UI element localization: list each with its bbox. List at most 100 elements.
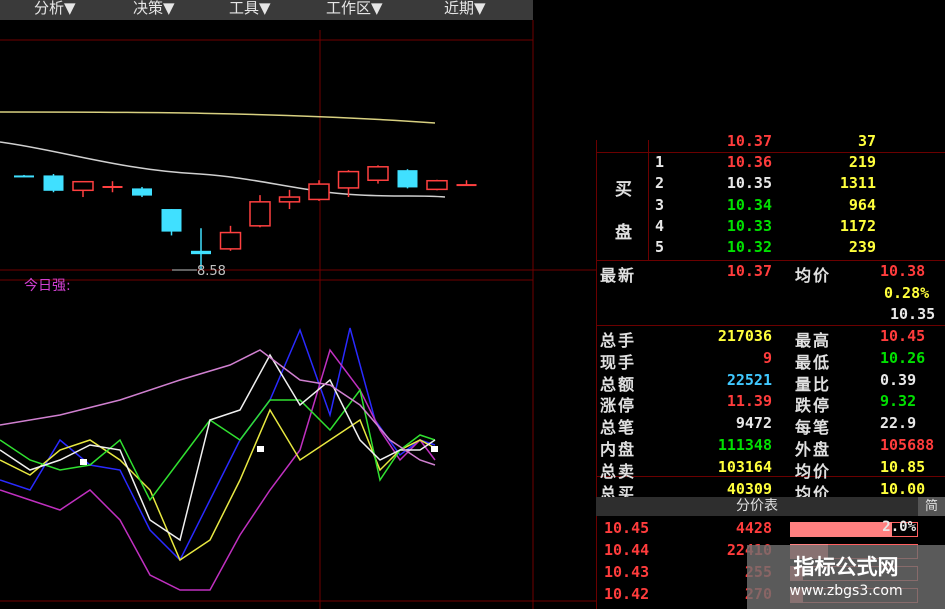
watermark-url: www.zbgs3.com <box>789 583 903 599</box>
stat-label: 每笔 <box>795 418 832 438</box>
bid-level-num: 2 <box>655 174 665 192</box>
volume-percent: 2.0% <box>882 519 916 535</box>
divider <box>596 325 945 326</box>
indicator-marker <box>431 446 438 452</box>
price-level: 10.42 <box>604 585 650 603</box>
stat-label: 总额 <box>600 374 637 394</box>
stat-value: 10.45 <box>880 327 926 345</box>
stat-value: 9.32 <box>880 392 917 411</box>
stat-value: 10.85 <box>880 457 926 476</box>
ask-price-cut: 10.37 <box>726 132 772 150</box>
ask-vol-cut: 37 <box>857 132 876 150</box>
menu-decision[interactable]: 决策▼ <box>133 0 175 18</box>
candle-body <box>14 175 34 178</box>
stat-label: 涨停 <box>600 396 637 416</box>
stat-value: 9472 <box>735 414 772 433</box>
avg-label: 均价 <box>795 266 832 285</box>
stat-value: 11.39 <box>726 392 772 411</box>
stat-label: 最高 <box>795 331 832 350</box>
candle-body <box>367 166 389 181</box>
candle-body <box>278 196 301 203</box>
divider <box>596 476 945 477</box>
stat-label: 跌停 <box>795 396 832 416</box>
candle-body <box>219 231 242 250</box>
avg-price: 10.38 <box>880 262 926 280</box>
menu-analysis[interactable]: 分析▼ <box>34 0 76 18</box>
indicator-lines <box>0 327 436 591</box>
bid-price: 10.36 <box>726 153 772 171</box>
bid-price: 10.34 <box>726 196 772 214</box>
stat-label: 总卖 <box>600 461 637 481</box>
candle-body <box>72 180 94 192</box>
bid-volume: 1172 <box>839 217 876 235</box>
stat-label: 总笔 <box>600 418 637 438</box>
stat-value: 22.9 <box>880 414 917 433</box>
bid-price: 10.32 <box>726 238 772 256</box>
bid-level-num: 1 <box>655 153 665 171</box>
stat-value: 22521 <box>726 370 772 389</box>
indicator-marker <box>257 446 264 452</box>
buy-label: 买 <box>615 180 634 200</box>
top-menu-bar: 分析▼ 决策▼ 工具▼ 工作区▼ 近期▼ <box>0 0 533 20</box>
stat-label: 量比 <box>795 374 832 394</box>
indicator-title: 今日强: <box>24 278 71 294</box>
stat-label: 最低 <box>795 352 832 372</box>
stat-value: 9 <box>762 348 772 367</box>
menu-tools[interactable]: 工具▼ <box>229 0 271 18</box>
indicator-line-magenta <box>0 348 436 591</box>
menu-recent[interactable]: 近期▼ <box>444 0 486 18</box>
price-level: 10.45 <box>604 519 650 537</box>
divider <box>596 260 945 261</box>
indicator-marker <box>80 459 87 465</box>
stat-label: 外盘 <box>795 440 832 459</box>
buy-label: 盘 <box>615 223 634 243</box>
stat-value: 10.26 <box>880 348 926 367</box>
bid-level-num: 4 <box>655 217 665 235</box>
stat-value: 103164 <box>717 457 772 476</box>
bid-volume: 239 <box>848 238 876 256</box>
stat-value: 40309 <box>726 479 772 498</box>
candle-body <box>426 179 448 191</box>
latest-label: 最新 <box>600 266 637 285</box>
stat-value: 10.00 <box>880 479 926 498</box>
watermark: 指标公式网 www.zbgs3.com <box>747 545 945 609</box>
chart-grid <box>0 20 596 609</box>
stat-value: 217036 <box>717 327 772 345</box>
candle-body <box>337 170 360 189</box>
price-volume: 4428 <box>735 519 772 537</box>
latest-price: 10.37 <box>726 262 772 280</box>
stat-label: 总手 <box>600 331 637 350</box>
stat-value: 0.39 <box>880 370 917 389</box>
candlesticks <box>14 165 477 270</box>
candle-body <box>161 209 182 232</box>
menu-workspace[interactable]: 工作区▼ <box>326 0 383 18</box>
bid-price: 10.35 <box>726 174 772 192</box>
stat-value: 105688 <box>880 436 935 454</box>
candle-body <box>397 170 418 188</box>
candle-body <box>249 201 271 227</box>
bid-volume: 1311 <box>839 174 876 192</box>
candle-body <box>191 250 211 255</box>
stat-label: 均价 <box>795 461 832 481</box>
price-level: 10.43 <box>604 563 650 581</box>
stat-label: 现手 <box>600 352 637 372</box>
candle-body <box>102 186 123 188</box>
candle-body <box>132 188 152 196</box>
candle-body <box>308 183 330 201</box>
low-price-label: 8.58 <box>197 264 226 279</box>
divider <box>648 140 649 260</box>
prev-close: 10.35 <box>890 305 936 323</box>
candle-body <box>43 175 64 191</box>
change-percent: 0.28% <box>884 284 930 302</box>
simple-toggle-button[interactable]: 简 <box>918 497 945 516</box>
bid-level-num: 5 <box>655 238 665 256</box>
price-table-tab[interactable]: 分价表 <box>596 497 918 516</box>
bid-level-num: 3 <box>655 196 665 214</box>
candle-body <box>456 184 477 187</box>
stat-label: 内盘 <box>600 440 637 459</box>
watermark-title: 指标公式网 <box>793 555 899 579</box>
ma-line-yellow <box>0 111 436 124</box>
kline-chart[interactable]: 8.58 今日强: <box>0 20 596 609</box>
stat-value: 111348 <box>717 436 772 454</box>
price-level: 10.44 <box>604 541 650 559</box>
